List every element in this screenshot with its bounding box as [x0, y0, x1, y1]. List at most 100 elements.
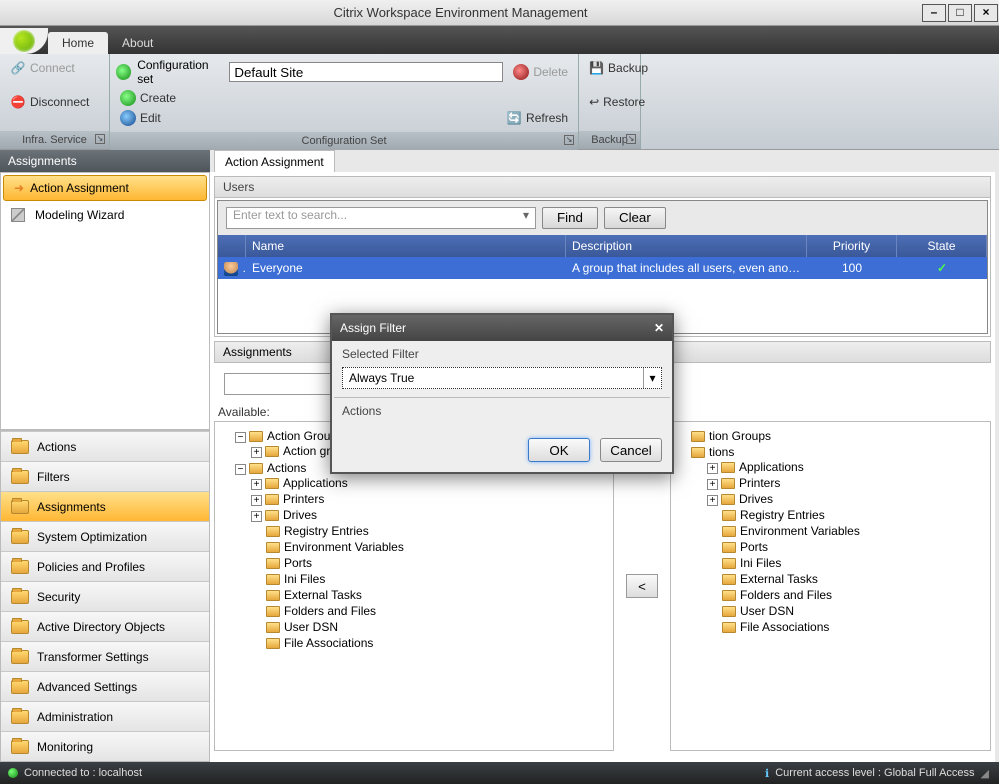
dialog-launcher-icon[interactable]: ↘ [626, 134, 636, 144]
selected-filter-input[interactable] [343, 368, 643, 388]
dialog-close-icon[interactable]: ✕ [654, 315, 664, 341]
folder-icon [11, 680, 29, 694]
dialog-launcher-icon[interactable]: ↘ [95, 134, 105, 144]
expand-icon[interactable]: + [707, 479, 718, 490]
tab-about[interactable]: About [108, 32, 167, 54]
col-priority[interactable]: Priority [807, 235, 897, 257]
expand-icon[interactable]: + [251, 447, 262, 458]
tree-item[interactable]: Registry Entries [251, 523, 609, 539]
collapse-icon[interactable]: − [235, 432, 246, 443]
status-connected-icon [8, 768, 18, 778]
tree-item[interactable]: Ini Files [707, 555, 986, 571]
refresh-button[interactable]: 🔄 Refresh [502, 108, 572, 128]
tab-home[interactable]: Home [48, 32, 108, 54]
config-set-combo[interactable] [229, 62, 503, 82]
maximize-button[interactable]: □ [948, 4, 972, 22]
subnav-modeling-wizard[interactable]: Modeling Wizard [1, 203, 209, 227]
expand-icon[interactable]: + [251, 479, 262, 490]
disconnect-button[interactable]: ⛔ Disconnect [6, 92, 103, 112]
assigned-tree[interactable]: tion Groups tions +Applications+Printers… [670, 421, 991, 751]
user-search-input[interactable]: Enter text to search...▾ [226, 207, 536, 229]
tree-item[interactable]: −Actions +Applications+Printers+DrivesRe… [235, 460, 609, 652]
nav-transformer-settings[interactable]: Transformer Settings [1, 641, 209, 671]
resize-grip-icon[interactable]: ◢ [981, 767, 989, 780]
nav-actions[interactable]: Actions [1, 431, 209, 461]
tree-item[interactable]: Folders and Files [707, 587, 986, 603]
assign-filter-dialog: Assign Filter ✕ Selected Filter ▾ Action… [330, 313, 674, 474]
user-icon [224, 262, 238, 276]
restore-button[interactable]: ↩ Restore [585, 92, 634, 112]
status-access-level: Current access level : Global Full Acces… [775, 767, 974, 779]
expand-icon[interactable]: + [707, 463, 718, 474]
col-description[interactable]: Description [566, 235, 807, 257]
unassign-button[interactable]: < [626, 574, 658, 598]
app-logo [0, 28, 48, 54]
folder-icon [11, 590, 29, 604]
status-connected-text: Connected to : localhost [24, 767, 142, 779]
status-bar: Connected to : localhost ℹ Current acces… [0, 762, 999, 784]
tree-item[interactable]: +Printers [707, 475, 986, 491]
folder-icon [11, 470, 29, 484]
tree-item[interactable]: File Associations [251, 635, 609, 651]
collapse-icon[interactable]: − [235, 464, 246, 475]
tree-item[interactable]: +Applications [707, 459, 986, 475]
minimize-button[interactable]: – [922, 4, 946, 22]
edit-button[interactable]: Edit [116, 108, 165, 128]
connect-button: 🔗 Connect [6, 58, 103, 78]
subnav-action-assignment[interactable]: ➜ Action Assignment [3, 175, 207, 201]
content-tab-action-assignment[interactable]: Action Assignment [214, 150, 335, 172]
backup-button[interactable]: 💾 Backup [585, 58, 634, 78]
nav-monitoring[interactable]: Monitoring [1, 731, 209, 761]
col-name[interactable]: Name [246, 235, 566, 257]
clear-button[interactable]: Clear [604, 207, 666, 229]
tree-item[interactable]: Registry Entries [707, 507, 986, 523]
tree-item[interactable]: User DSN [707, 603, 986, 619]
wizard-icon [11, 208, 25, 222]
nav-assignments[interactable]: Assignments [1, 491, 209, 521]
tree-item[interactable]: +Drives [707, 491, 986, 507]
tree-item[interactable]: Ports [251, 555, 609, 571]
assignment-icon: ➜ [14, 181, 24, 195]
tree-item[interactable]: tions +Applications+Printers+DrivesRegis… [691, 444, 986, 636]
users-grid-row[interactable]: Everyone A group that includes all users… [218, 257, 987, 279]
tree-item[interactable]: Environment Variables [707, 523, 986, 539]
tree-item[interactable]: Ini Files [251, 571, 609, 587]
col-state[interactable]: State [897, 235, 987, 257]
expand-icon[interactable]: + [707, 495, 718, 506]
tree-item[interactable]: +Applications [251, 475, 609, 491]
nav-administration[interactable]: Administration [1, 701, 209, 731]
nav-active-directory-objects[interactable]: Active Directory Objects [1, 611, 209, 641]
find-button[interactable]: Find [542, 207, 598, 229]
tree-item[interactable]: User DSN [251, 619, 609, 635]
nav-security[interactable]: Security [1, 581, 209, 611]
close-button[interactable]: × [974, 4, 998, 22]
expand-icon[interactable]: + [251, 511, 262, 522]
expand-icon[interactable]: + [251, 495, 262, 506]
tree-item[interactable]: Ports [707, 539, 986, 555]
ribbon: 🔗 Connect ⛔ Disconnect Infra. Service↘ C… [0, 54, 999, 150]
dialog-title-bar[interactable]: Assign Filter ✕ [332, 315, 672, 341]
dialog-launcher-icon[interactable]: ↘ [564, 135, 574, 145]
nav-policies-profiles[interactable]: Policies and Profiles [1, 551, 209, 581]
selected-filter-combo[interactable]: ▾ [342, 367, 662, 389]
tree-item[interactable]: External Tasks [707, 571, 986, 587]
users-grid-header: Name Description Priority State [218, 235, 987, 257]
title-bar: Citrix Workspace Environment Management … [0, 0, 999, 26]
tree-item[interactable]: Environment Variables [251, 539, 609, 555]
nav-filters[interactable]: Filters [1, 461, 209, 491]
folder-icon [11, 710, 29, 724]
chevron-down-icon[interactable]: ▾ [643, 368, 661, 388]
nav-advanced-settings[interactable]: Advanced Settings [1, 671, 209, 701]
ok-button[interactable]: OK [528, 438, 590, 462]
tree-item[interactable]: +Printers [251, 491, 609, 507]
create-button[interactable]: Create [116, 88, 572, 108]
assignments-filter-input[interactable] [224, 373, 344, 395]
tree-item[interactable]: File Associations [707, 619, 986, 635]
tree-item[interactable]: +Drives [251, 507, 609, 523]
tree-item[interactable]: External Tasks [251, 587, 609, 603]
tree-item[interactable]: tion Groups [691, 428, 986, 444]
group-backup: Backup↘ [579, 131, 640, 149]
tree-item[interactable]: Folders and Files [251, 603, 609, 619]
cancel-button[interactable]: Cancel [600, 438, 662, 462]
nav-system-optimization[interactable]: System Optimization [1, 521, 209, 551]
